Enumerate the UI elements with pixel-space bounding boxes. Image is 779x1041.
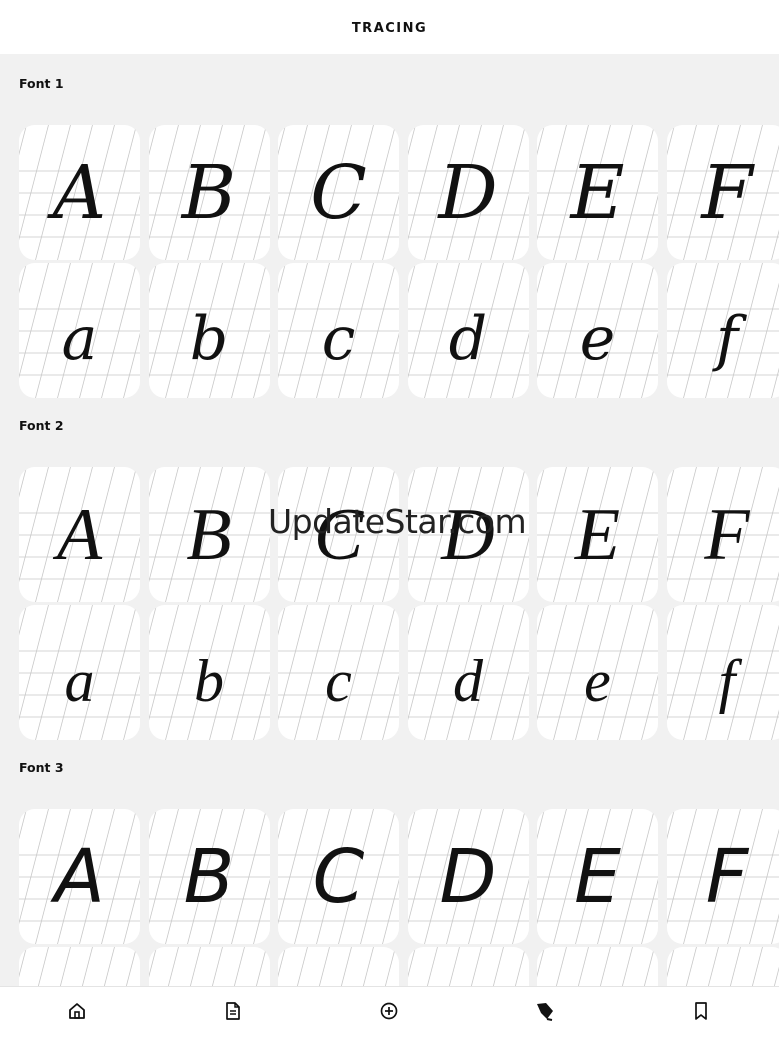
letter-glyph: A bbox=[19, 809, 140, 944]
nav-tracing[interactable] bbox=[529, 995, 561, 1027]
letter-tile-uppercase[interactable]: C bbox=[278, 809, 399, 944]
nav-home[interactable] bbox=[61, 995, 93, 1027]
letter-tile-uppercase[interactable]: C bbox=[278, 125, 399, 260]
nav-documents[interactable] bbox=[217, 995, 249, 1027]
letter-glyph: F bbox=[667, 125, 779, 260]
letter-tile-uppercase[interactable]: F bbox=[667, 125, 779, 260]
letter-glyph: b bbox=[149, 605, 270, 740]
letter-tile-lowercase[interactable]: a bbox=[19, 947, 140, 986]
top-bar: TRACING bbox=[0, 0, 779, 54]
letter-tile-lowercase[interactable]: f bbox=[667, 263, 779, 398]
section-title: Font 1 bbox=[19, 76, 64, 91]
letter-tile-uppercase[interactable]: C bbox=[278, 467, 399, 602]
letter-tile-lowercase[interactable]: c bbox=[278, 947, 399, 986]
letter-glyph: F bbox=[667, 467, 779, 602]
letter-tile-uppercase[interactable]: D bbox=[408, 125, 529, 260]
letter-tile-uppercase[interactable]: F bbox=[667, 809, 779, 944]
letter-tile-lowercase[interactable]: b bbox=[149, 605, 270, 740]
letter-tile-uppercase[interactable]: E bbox=[537, 125, 658, 260]
letter-glyph: D bbox=[408, 467, 529, 602]
letter-glyph: E bbox=[537, 809, 658, 944]
letter-glyph: B bbox=[149, 467, 270, 602]
letter-glyph: D bbox=[408, 809, 529, 944]
letter-glyph: f bbox=[667, 947, 779, 986]
section-title: Font 3 bbox=[19, 760, 64, 775]
letter-glyph: c bbox=[278, 605, 399, 740]
letter-tile-uppercase[interactable]: D bbox=[408, 809, 529, 944]
letter-tile-lowercase[interactable]: f bbox=[667, 947, 779, 986]
page-title: TRACING bbox=[352, 21, 427, 36]
pen-nib-icon bbox=[534, 1000, 556, 1022]
letter-glyph: B bbox=[149, 125, 270, 260]
letter-glyph: E bbox=[537, 467, 658, 602]
letter-tile-lowercase[interactable]: e bbox=[537, 263, 658, 398]
letter-glyph: F bbox=[667, 809, 779, 944]
letter-tile-lowercase[interactable]: b bbox=[149, 947, 270, 986]
letter-tile-uppercase[interactable]: B bbox=[149, 125, 270, 260]
add-circle-icon bbox=[379, 1001, 399, 1021]
letter-tile-lowercase[interactable]: e bbox=[537, 947, 658, 986]
letter-tile-lowercase[interactable]: e bbox=[537, 605, 658, 740]
letter-tile-lowercase[interactable]: f bbox=[667, 605, 779, 740]
letter-glyph: f bbox=[667, 263, 779, 398]
letter-glyph: C bbox=[278, 467, 399, 602]
letter-glyph: b bbox=[149, 263, 270, 398]
letter-glyph: C bbox=[278, 125, 399, 260]
letter-tile-lowercase[interactable]: a bbox=[19, 263, 140, 398]
letter-tile-uppercase[interactable]: D bbox=[408, 467, 529, 602]
nav-create[interactable] bbox=[373, 995, 405, 1027]
letter-glyph: f bbox=[667, 605, 779, 740]
letter-tile-lowercase[interactable]: d bbox=[408, 947, 529, 986]
letter-glyph: c bbox=[278, 263, 399, 398]
letter-glyph: a bbox=[19, 605, 140, 740]
letter-tile-uppercase[interactable]: B bbox=[149, 467, 270, 602]
letter-glyph: D bbox=[408, 125, 529, 260]
letter-glyph: d bbox=[408, 605, 529, 740]
section-title: Font 2 bbox=[19, 418, 64, 433]
letter-glyph: B bbox=[149, 809, 270, 944]
font-list[interactable]: Font 1 ABCDEF abcdef Font 2 ABCDEF abcde… bbox=[0, 54, 779, 986]
letter-tile-lowercase[interactable]: d bbox=[408, 605, 529, 740]
letter-glyph: A bbox=[19, 467, 140, 602]
letter-glyph: d bbox=[408, 947, 529, 986]
letter-tile-uppercase[interactable]: A bbox=[19, 125, 140, 260]
letter-glyph: C bbox=[278, 809, 399, 944]
letter-tile-uppercase[interactable]: B bbox=[149, 809, 270, 944]
letter-tile-lowercase[interactable]: d bbox=[408, 263, 529, 398]
letter-tile-lowercase[interactable]: b bbox=[149, 263, 270, 398]
letter-tile-lowercase[interactable]: c bbox=[278, 263, 399, 398]
letter-glyph: b bbox=[149, 947, 270, 986]
letter-glyph: c bbox=[278, 947, 399, 986]
letter-tile-uppercase[interactable]: F bbox=[667, 467, 779, 602]
letter-tile-uppercase[interactable]: A bbox=[19, 467, 140, 602]
letter-glyph: e bbox=[537, 947, 658, 986]
letter-glyph: a bbox=[19, 263, 140, 398]
letter-tile-uppercase[interactable]: A bbox=[19, 809, 140, 944]
letter-glyph: e bbox=[537, 263, 658, 398]
letter-tile-lowercase[interactable]: c bbox=[278, 605, 399, 740]
bottom-navigation bbox=[0, 986, 779, 1041]
letter-glyph: A bbox=[19, 125, 140, 260]
letter-tile-uppercase[interactable]: E bbox=[537, 467, 658, 602]
letter-glyph: E bbox=[537, 125, 658, 260]
letter-glyph: e bbox=[537, 605, 658, 740]
letter-tile-lowercase[interactable]: a bbox=[19, 605, 140, 740]
bookmark-icon bbox=[691, 1001, 711, 1021]
letter-glyph: a bbox=[19, 947, 140, 986]
letter-tile-uppercase[interactable]: E bbox=[537, 809, 658, 944]
home-icon bbox=[67, 1001, 87, 1021]
document-icon bbox=[223, 1001, 243, 1021]
letter-glyph: d bbox=[408, 263, 529, 398]
nav-bookmarks[interactable] bbox=[685, 995, 717, 1027]
